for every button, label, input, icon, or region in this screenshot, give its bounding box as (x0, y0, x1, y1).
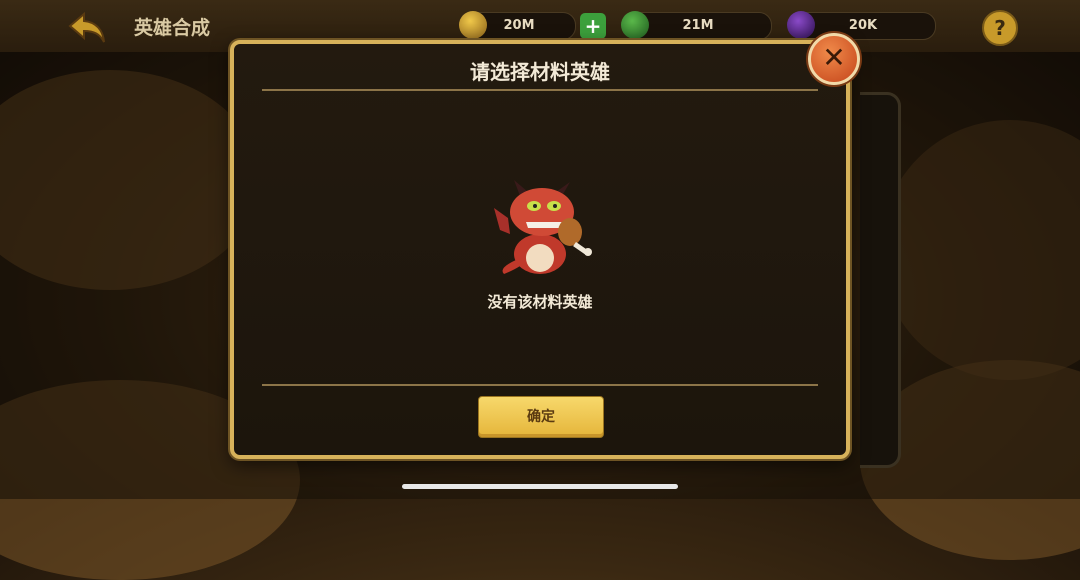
dialog-title: 请选择材料英雄 (470, 60, 610, 84)
close-button[interactable]: ✕ (808, 33, 860, 85)
gem-resource: 21M (621, 11, 772, 40)
confirm-button[interactable]: 确定 (478, 396, 604, 438)
help-button[interactable]: ? (982, 10, 1018, 46)
back-arrow-icon[interactable] (66, 10, 108, 46)
empty-state-message: 没有该材料英雄 (487, 293, 593, 311)
bottom-divider (262, 384, 818, 386)
page-title: 英雄合成 (134, 17, 211, 39)
top-divider (262, 89, 818, 91)
gold-resource: 20M (459, 11, 576, 40)
add-gold-button[interactable]: + (580, 13, 606, 39)
crystal-resource: 20K (787, 11, 936, 40)
home-indicator[interactable] (402, 484, 678, 489)
red-dragon-mascot-icon (494, 180, 592, 274)
